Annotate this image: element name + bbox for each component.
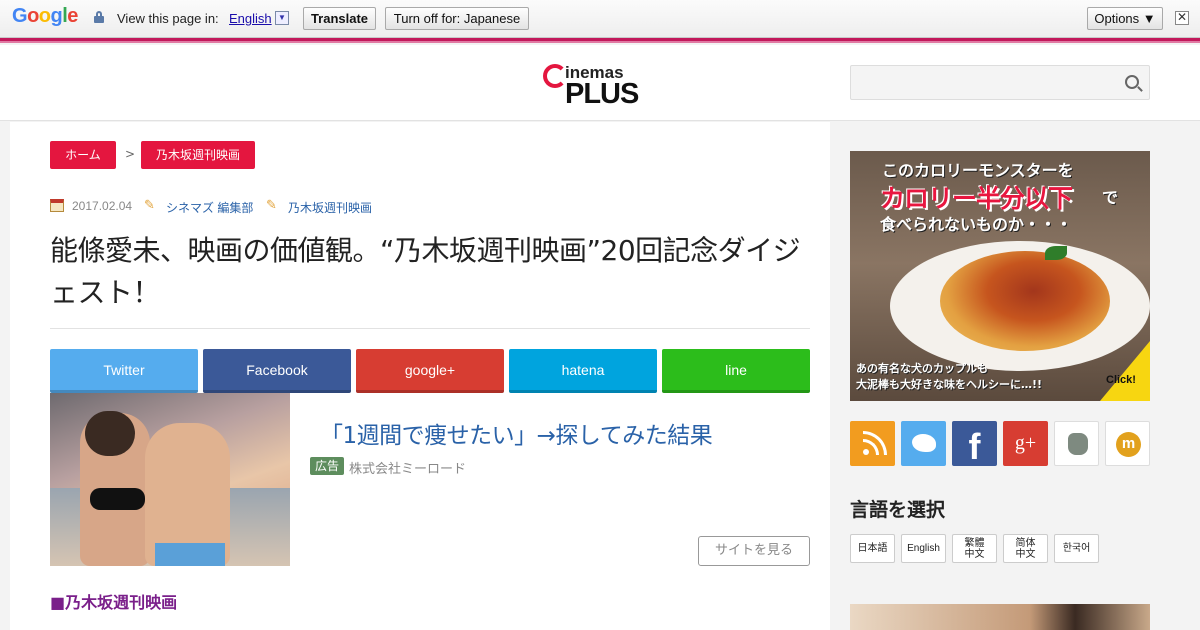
evernote-icon[interactable] xyxy=(1054,421,1099,466)
search-box xyxy=(850,65,1150,100)
language-dropdown-icon[interactable]: ▼ xyxy=(275,11,289,25)
share-line-button[interactable]: line xyxy=(662,349,810,393)
share-hatena-button[interactable]: hatena xyxy=(509,349,657,393)
turn-off-button[interactable]: Turn off for: Japanese xyxy=(385,7,529,30)
twitter-icon[interactable] xyxy=(901,421,946,466)
pencil-icon: ✎ xyxy=(144,198,155,213)
lang-tw-line1: 繁體 xyxy=(964,538,985,549)
banner-line-2-suffix: で xyxy=(1102,188,1119,207)
breadcrumb-category[interactable]: 乃木坂週刊映画 xyxy=(141,141,255,169)
search-input[interactable] xyxy=(857,72,1117,94)
article-card: ホーム > 乃木坂週刊映画 2017.02.04 ✎ シネマズ 編集部 ✎ 乃木… xyxy=(10,122,830,630)
banner-line-4a: あの有名な犬のカップルも xyxy=(856,362,988,375)
lang-tw-line2: 中文 xyxy=(964,549,985,560)
ad-badge: 広告 xyxy=(310,457,344,475)
ad-headline-link[interactable]: 「1週間で痩せたい」→探してみた結果 xyxy=(320,416,713,450)
site-header: inemas PLUS xyxy=(0,45,1200,121)
share-facebook-button[interactable]: Facebook xyxy=(203,349,351,393)
search-icon[interactable] xyxy=(1125,75,1139,89)
lang-cn-line2: 中文 xyxy=(1015,549,1036,560)
sidebar-ad-banner[interactable]: このカロリーモンスターを カロリー半分以下 で 食べられないものか・・・ あの有… xyxy=(850,151,1150,401)
language-korean-button[interactable]: 한국어 xyxy=(1054,534,1099,563)
translate-bar: Google View this page in: English ▼ Tran… xyxy=(0,0,1200,38)
basil-leaf xyxy=(1045,246,1067,260)
banner-line-2: カロリー半分以下 xyxy=(880,184,1073,213)
banner-line-4: あの有名な犬のカップルも 大泥棒も大好きな味をヘルシーに…!! xyxy=(856,361,1042,393)
lang-cn-line1: 简体 xyxy=(1015,538,1036,549)
rss-icon[interactable] xyxy=(850,421,895,466)
language-english-button[interactable]: English xyxy=(901,534,946,563)
lock-icon xyxy=(94,11,104,23)
logo-bottom-text: PLUS xyxy=(565,78,639,110)
options-button[interactable]: Options ▼ xyxy=(1087,7,1163,30)
language-link[interactable]: English xyxy=(229,11,272,26)
calendar-icon xyxy=(50,199,64,212)
post-date: 2017.02.04 xyxy=(72,199,133,213)
mixi-letter: m xyxy=(1116,432,1141,457)
language-select-title: 言語を選択 xyxy=(850,499,946,521)
translate-button[interactable]: Translate xyxy=(303,7,376,30)
logo-letter: g xyxy=(50,5,63,27)
language-japanese-button[interactable]: 日本語 xyxy=(850,534,895,563)
divider xyxy=(50,328,810,329)
section-heading: ■乃木坂週刊映画 xyxy=(50,593,178,612)
logo-ring-icon xyxy=(543,64,567,88)
google-logo: Google xyxy=(12,5,78,28)
site-logo[interactable]: inemas PLUS xyxy=(543,61,643,110)
logo-letter: G xyxy=(12,5,28,27)
post-category-link[interactable]: 乃木坂週刊映画 xyxy=(288,199,372,216)
ad-image[interactable] xyxy=(50,393,290,566)
logo-letter: o xyxy=(38,5,51,27)
pencil-icon: ✎ xyxy=(266,198,277,213)
language-simplified-chinese-button[interactable]: 简体 中文 xyxy=(1003,534,1048,563)
banner-line-4b: 大泥棒も大好きな味をヘルシーに…!! xyxy=(856,378,1043,391)
logo-letter: o xyxy=(27,5,39,27)
banner-line-3: 食べられないものか・・・ xyxy=(880,215,1073,234)
google-plus-icon[interactable]: g+ xyxy=(1003,421,1048,466)
ad-advertiser: 株式会社ミーロード xyxy=(349,462,467,477)
share-google-button[interactable]: google+ xyxy=(356,349,504,393)
facebook-icon[interactable]: f xyxy=(952,421,997,467)
banner-line-1: このカロリーモンスターを xyxy=(882,161,1074,180)
header-accent-line xyxy=(0,38,1200,43)
banner-click-label: Click! xyxy=(1106,374,1136,386)
language-traditional-chinese-button[interactable]: 繁體 中文 xyxy=(952,534,997,563)
ad-visit-site-button[interactable]: サイトを見る xyxy=(698,536,810,566)
article-title: 能條愛未、映画の価値観。“乃木坂週刊映画”20回記念ダイジェスト！ xyxy=(50,234,801,309)
share-twitter-button[interactable]: Twitter xyxy=(50,349,198,393)
breadcrumb-home[interactable]: ホーム xyxy=(50,141,116,169)
breadcrumb-separator: > xyxy=(125,147,136,161)
logo-letter: e xyxy=(67,5,78,27)
sidebar-photo[interactable] xyxy=(850,604,1150,630)
mixi-icon[interactable]: m xyxy=(1105,421,1150,466)
view-page-label: View this page in: xyxy=(117,11,219,26)
post-author-link[interactable]: シネマズ 編集部 xyxy=(166,199,253,216)
close-icon[interactable]: ✕ xyxy=(1175,11,1189,25)
